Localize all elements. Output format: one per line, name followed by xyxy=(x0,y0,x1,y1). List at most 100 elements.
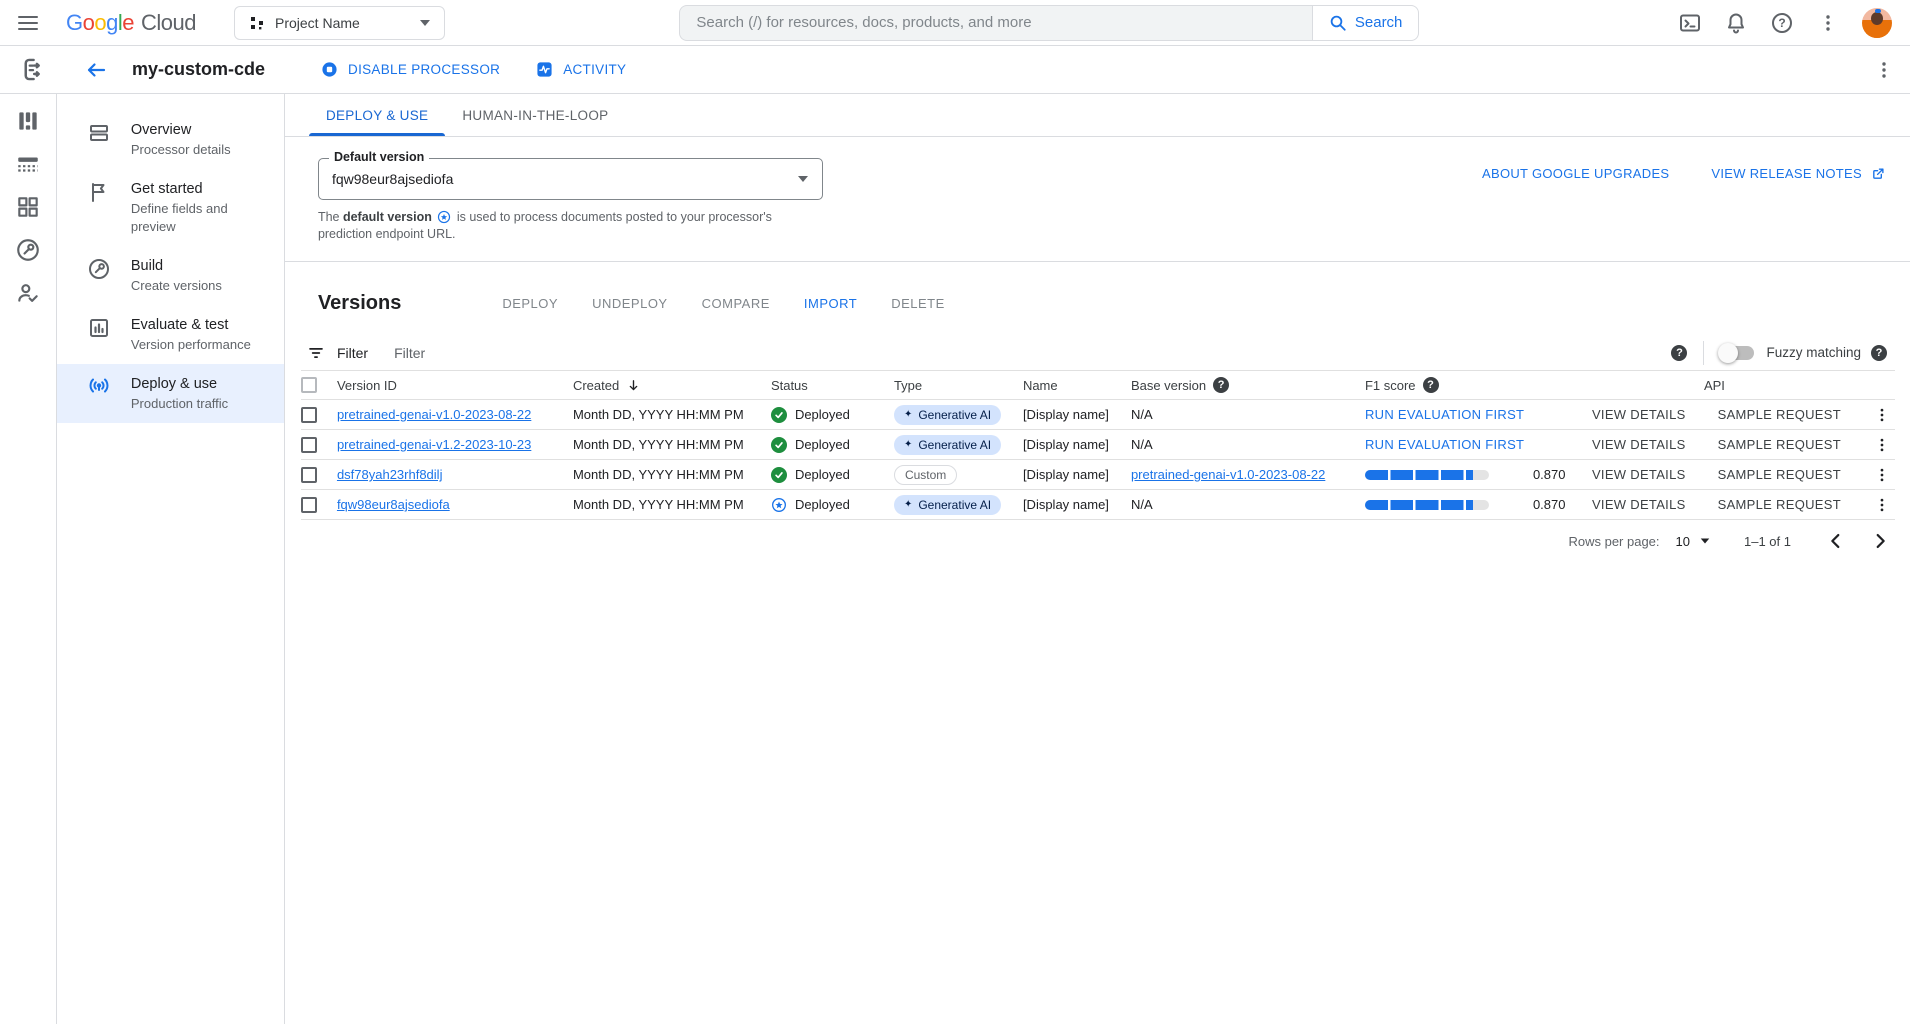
created-cell: Month DD, YYYY HH:MM PM xyxy=(573,467,771,482)
sidebar-item-build[interactable]: BuildCreate versions xyxy=(57,246,284,305)
row-more-vertical-icon[interactable] xyxy=(1873,465,1891,485)
back-arrow-icon[interactable] xyxy=(84,58,108,82)
view-release-notes-link[interactable]: VIEW RELEASE NOTES xyxy=(1711,166,1886,181)
notifications-bell-icon[interactable] xyxy=(1724,11,1748,35)
base-version-help-icon[interactable]: ? xyxy=(1213,377,1229,393)
default-version-select[interactable]: Default version fqw98eur8ajsediofa xyxy=(318,158,823,200)
stop-circle-icon xyxy=(321,61,338,78)
col-f1-score[interactable]: F1 score ? xyxy=(1365,377,1592,393)
previous-page-icon[interactable] xyxy=(1825,530,1847,552)
filter-button[interactable]: Filter xyxy=(307,344,368,362)
col-status[interactable]: Status xyxy=(771,378,894,393)
sidebar-item-deploy-use[interactable]: Deploy & useProduction traffic xyxy=(57,364,284,423)
sample-request-button[interactable]: SAMPLE REQUEST xyxy=(1718,497,1841,512)
col-api: API xyxy=(1592,378,1895,393)
document-ai-icon[interactable] xyxy=(19,56,46,83)
user-check-icon[interactable] xyxy=(15,280,41,306)
name-cell: [Display name] xyxy=(1023,407,1131,422)
version-id-link[interactable]: dsf78yah23rhf8dilj xyxy=(337,467,443,482)
rows-per-page-select[interactable]: 10 xyxy=(1676,534,1710,549)
page-more-vertical-icon[interactable] xyxy=(1872,58,1896,82)
type-badge-generative-ai: ✦Generative AI xyxy=(894,495,1001,515)
sample-request-button[interactable]: SAMPLE REQUEST xyxy=(1718,407,1841,422)
activity-button[interactable]: ACTIVITY xyxy=(536,61,626,78)
bar-chart-icon[interactable] xyxy=(15,108,41,134)
filter-icon xyxy=(307,344,325,362)
sidebar-item-overview[interactable]: OverviewProcessor details xyxy=(57,110,284,169)
import-button[interactable]: IMPORT xyxy=(787,288,874,319)
select-all-checkbox[interactable] xyxy=(301,377,317,393)
col-created[interactable]: Created xyxy=(573,378,771,393)
deploy-button[interactable]: DEPLOY xyxy=(485,288,575,319)
tab-human-in-the-loop[interactable]: HUMAN-IN-THE-LOOP xyxy=(445,94,625,136)
fuzzy-matching-help-icon[interactable]: ? xyxy=(1871,345,1887,361)
table-row: dsf78yah23rhf8dilj Month DD, YYYY HH:MM … xyxy=(301,460,1895,490)
table-rows-icon[interactable] xyxy=(15,151,41,177)
tab-deploy-use[interactable]: DEPLOY & USE xyxy=(309,94,445,136)
row-checkbox[interactable] xyxy=(301,437,317,453)
next-page-icon[interactable] xyxy=(1869,530,1891,552)
row-more-vertical-icon[interactable] xyxy=(1873,435,1891,455)
user-avatar[interactable] xyxy=(1862,8,1892,38)
run-evaluation-first-link[interactable]: RUN EVALUATION FIRST xyxy=(1365,437,1524,452)
view-details-button[interactable]: VIEW DETAILS xyxy=(1592,497,1686,512)
f1-score-help-icon[interactable]: ? xyxy=(1423,377,1439,393)
sparkle-icon: ✦ xyxy=(904,440,912,450)
view-details-button[interactable]: VIEW DETAILS xyxy=(1592,437,1686,452)
row-checkbox[interactable] xyxy=(301,497,317,513)
about-google-upgrades-link[interactable]: ABOUT GOOGLE UPGRADES xyxy=(1482,166,1669,181)
versions-table: Filter ? Fuzzy matching ? Version ID Cre… xyxy=(301,335,1895,562)
search-button-label: Search xyxy=(1355,14,1403,31)
search-button[interactable]: Search xyxy=(1312,5,1420,41)
undeploy-button[interactable]: UNDEPLOY xyxy=(575,288,685,319)
row-more-vertical-icon[interactable] xyxy=(1873,495,1891,515)
run-evaluation-first-link[interactable]: RUN EVALUATION FIRST xyxy=(1365,407,1524,422)
row-checkbox[interactable] xyxy=(301,407,317,423)
help-icon[interactable]: ? xyxy=(1770,11,1794,35)
base-version-cell: N/A xyxy=(1131,497,1365,512)
default-version-helper: The default version is used to process d… xyxy=(318,209,823,243)
type-badge-custom: Custom xyxy=(894,465,957,485)
view-details-button[interactable]: VIEW DETAILS xyxy=(1592,467,1686,482)
name-cell: [Display name] xyxy=(1023,437,1131,452)
col-version-id[interactable]: Version ID xyxy=(337,378,573,393)
row-checkbox[interactable] xyxy=(301,467,317,483)
row-more-vertical-icon[interactable] xyxy=(1873,405,1891,425)
default-version-value: fqw98eur8ajsediofa xyxy=(332,171,453,187)
fuzzy-matching-toggle[interactable] xyxy=(1720,346,1754,360)
cloud-shell-icon[interactable] xyxy=(1678,11,1702,35)
wrench-circle-icon[interactable] xyxy=(15,237,41,263)
avatar-torso xyxy=(1866,24,1888,38)
more-vertical-icon[interactable] xyxy=(1816,11,1840,35)
col-name[interactable]: Name xyxy=(1023,378,1131,393)
sample-request-button[interactable]: SAMPLE REQUEST xyxy=(1718,467,1841,482)
main-content: DEPLOY & USE HUMAN-IN-THE-LOOP Default v… xyxy=(285,94,1910,1024)
external-link-icon xyxy=(1871,166,1886,181)
col-type[interactable]: Type xyxy=(894,378,1023,393)
delete-button[interactable]: DELETE xyxy=(874,288,962,319)
base-version-link[interactable]: pretrained-genai-v1.0-2023-08-22 xyxy=(1131,467,1325,482)
filter-help-icon[interactable]: ? xyxy=(1671,345,1687,361)
disable-processor-button[interactable]: DISABLE PROCESSOR xyxy=(321,61,500,78)
base-version-cell: N/A xyxy=(1131,437,1365,452)
sidebar-item-get-started[interactable]: Get startedDefine fields and preview xyxy=(57,169,284,246)
sample-request-button[interactable]: SAMPLE REQUEST xyxy=(1718,437,1841,452)
col-base-version[interactable]: Base version ? xyxy=(1131,377,1365,393)
version-id-link[interactable]: fqw98eur8ajsediofa xyxy=(337,497,450,512)
filter-input[interactable] xyxy=(394,345,1671,361)
grid-icon[interactable] xyxy=(15,194,41,220)
status-cell: Deployed xyxy=(771,497,894,513)
version-id-link[interactable]: pretrained-genai-v1.0-2023-08-22 xyxy=(337,407,531,422)
f1-score-bar xyxy=(1365,500,1489,510)
compare-button[interactable]: COMPARE xyxy=(685,288,787,319)
logo-google-word: Google xyxy=(66,10,134,36)
f1-score-bar xyxy=(1365,470,1489,480)
project-selector[interactable]: Project Name xyxy=(234,6,445,40)
search-input[interactable] xyxy=(679,5,1311,41)
google-cloud-logo: Google Cloud xyxy=(66,10,196,36)
menu-icon[interactable] xyxy=(16,11,40,35)
version-id-link[interactable]: pretrained-genai-v1.2-2023-10-23 xyxy=(337,437,531,452)
view-details-button[interactable]: VIEW DETAILS xyxy=(1592,407,1686,422)
sidebar-item-evaluate-test[interactable]: Evaluate & testVersion performance xyxy=(57,305,284,364)
default-version-star-icon xyxy=(771,497,787,513)
